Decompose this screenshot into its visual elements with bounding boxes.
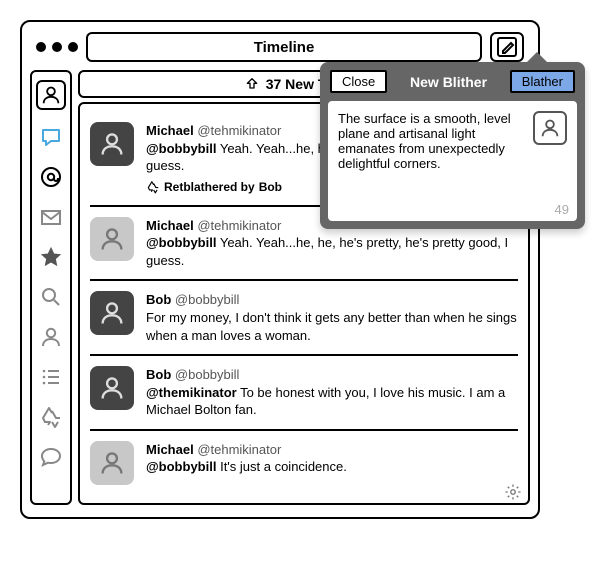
reply-to: @bobbybill <box>146 235 216 250</box>
popover-header: Close New Blither Blather <box>320 62 585 101</box>
messages-icon[interactable] <box>38 124 64 150</box>
avatar[interactable] <box>90 366 134 410</box>
window-controls[interactable] <box>36 42 78 52</box>
list-icon[interactable] <box>38 364 64 390</box>
mail-icon[interactable] <box>38 204 64 230</box>
author-handle: @tehmikinator <box>197 442 281 457</box>
tweet-body: Bob @bobbybill @themikinator To be hones… <box>146 366 518 419</box>
avatar[interactable] <box>90 217 134 261</box>
author-name: Michael <box>146 218 194 233</box>
reply-to: @bobbybill <box>146 459 216 474</box>
search-icon[interactable] <box>38 284 64 310</box>
avatar[interactable] <box>90 291 134 335</box>
compose-popover: Close New Blither Blather The surface is… <box>320 62 585 229</box>
author-handle: @bobbybill <box>175 292 240 307</box>
sidebar <box>30 70 72 505</box>
gear-icon[interactable] <box>504 483 522 501</box>
tweet-body: Bob @bobbybill For my money, I don't thi… <box>146 291 518 344</box>
tweet-row[interactable]: Bob @bobbybill For my money, I don't thi… <box>90 281 518 356</box>
user-icon[interactable] <box>38 324 64 350</box>
author-name: Michael <box>146 442 194 457</box>
author-name: Michael <box>146 123 194 138</box>
recycle-icon[interactable] <box>38 404 64 430</box>
compose-text[interactable]: The surface is a smooth, level plane and… <box>338 111 525 211</box>
author-name: Bob <box>146 367 171 382</box>
favorites-icon[interactable] <box>38 244 64 270</box>
up-arrow-icon <box>244 76 260 92</box>
title-text: Timeline <box>254 39 315 56</box>
popover-title: New Blither <box>397 74 500 90</box>
char-count: 49 <box>555 202 569 217</box>
window-dot-icon[interactable] <box>68 42 78 52</box>
reply-to: @bobbybill <box>146 141 216 156</box>
author-handle: @tehmikinator <box>197 218 281 233</box>
tweet-text: For my money, I don't think it gets any … <box>146 310 517 343</box>
compose-icon <box>494 34 520 60</box>
author-handle: @tehmikinator <box>197 123 281 138</box>
recycle-icon <box>146 180 160 194</box>
tweet-row[interactable]: Michael @tehmikinator @bobbybill It's ju… <box>90 431 518 495</box>
avatar[interactable] <box>90 441 134 485</box>
reply-to: @themikinator <box>146 385 237 400</box>
window-dot-icon[interactable] <box>36 42 46 52</box>
retblathered-by: Bob <box>259 179 282 195</box>
blather-button[interactable]: Blather <box>510 70 575 93</box>
profile-icon[interactable] <box>36 80 66 110</box>
chat-icon[interactable] <box>38 444 64 470</box>
close-button[interactable]: Close <box>330 70 387 93</box>
author-name: Bob <box>146 292 171 307</box>
avatar[interactable] <box>90 122 134 166</box>
author-handle: @bobbybill <box>175 367 240 382</box>
mentions-icon[interactable] <box>38 164 64 190</box>
page-title: Timeline <box>86 32 482 62</box>
user-avatar-icon <box>533 111 567 145</box>
popover-body: The surface is a smooth, level plane and… <box>328 101 577 221</box>
tweet-text: It's just a coincidence. <box>220 459 347 474</box>
tweet-body: Michael @tehmikinator @bobbybill It's ju… <box>146 441 347 485</box>
compose-button[interactable] <box>490 32 524 62</box>
tweet-row[interactable]: Bob @bobbybill @themikinator To be hones… <box>90 356 518 431</box>
window-dot-icon[interactable] <box>52 42 62 52</box>
